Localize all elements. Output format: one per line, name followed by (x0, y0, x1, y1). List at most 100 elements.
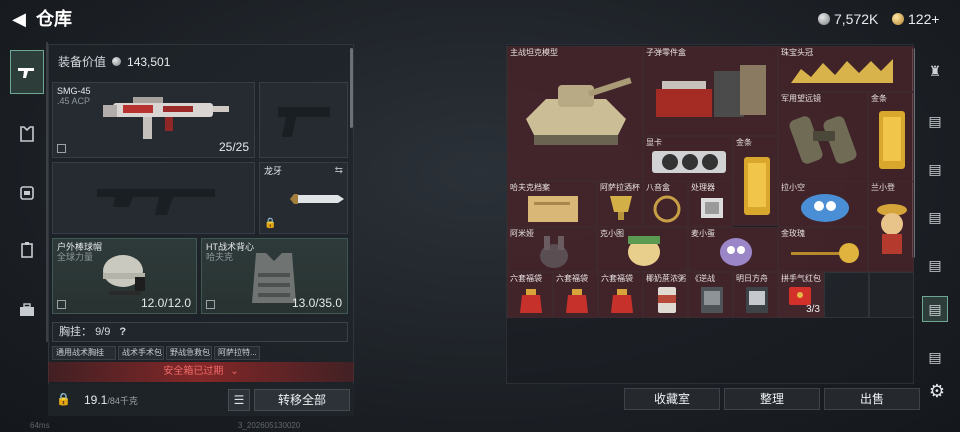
ping-readout: 64ms (30, 421, 50, 430)
rifle-placeholder-icon (97, 189, 215, 215)
silver-coin-icon (818, 13, 830, 25)
item-name: 阿萨拉酒杯 (600, 183, 640, 192)
item-gold-bar[interactable]: 金条 (733, 136, 778, 226)
chest-tag[interactable]: 战术手术包 (118, 346, 164, 360)
chest-tag[interactable]: 野战急救包 (166, 346, 212, 360)
item-jewel-crown[interactable]: 珠宝头冠 (778, 46, 914, 92)
can-icon (658, 287, 676, 313)
swap-icon[interactable]: ⇆ (335, 165, 343, 176)
item-gold-bar[interactable]: 金条 (868, 92, 914, 182)
figurine-icon (540, 236, 568, 268)
binoculars-icon (789, 116, 857, 164)
nav-storage-5-icon[interactable]: ▤ (922, 344, 948, 370)
helmet-slot[interactable]: 户外棒球帽 全球力量 12.0/12.0 (52, 238, 197, 314)
crown-icon (791, 59, 893, 83)
item-ammo-parts-box[interactable]: 子弹零件盒 (643, 46, 778, 136)
collection-room-button[interactable]: 收藏室 (624, 388, 720, 410)
lock-icon[interactable]: 🔒 (56, 392, 71, 406)
weight-unit: /84千克 (107, 396, 138, 406)
sell-button[interactable]: 出售 (824, 388, 920, 410)
item-name: 六套福袋 (510, 274, 542, 283)
primary-weapon-slot[interactable]: SMG-45 .45 ACP 25/25 (52, 82, 255, 158)
cup-icon (610, 196, 632, 220)
chest-rig-bar[interactable]: 胸挂： 9/9 ? (52, 322, 348, 342)
gold-amount: 122+ (908, 11, 940, 27)
item-name: 珠宝头冠 (781, 48, 813, 57)
safe-box-expired-warning[interactable]: 安全箱已过期 ⌄ (48, 362, 354, 382)
item-ke-xiaotu[interactable]: 克小图 (597, 227, 688, 272)
item-name: 处理器 (691, 183, 715, 192)
empty-cell[interactable] (869, 272, 914, 318)
knife-icon (268, 194, 344, 204)
item-amiya[interactable]: 阿米娅 (507, 227, 597, 272)
item-asara-cup[interactable]: 阿萨拉酒杯 (597, 181, 643, 227)
gear-icon[interactable]: ⚙ (926, 380, 948, 402)
chest-tag[interactable]: 阿萨拉特... (214, 346, 260, 360)
equipment-scrollbar[interactable] (350, 48, 353, 128)
item-mai-xiaodan[interactable]: 麦小蛋 (688, 227, 778, 272)
transfer-all-button[interactable]: 转移全部 (254, 389, 350, 411)
nav-backpack-icon[interactable] (10, 170, 44, 214)
weapon-ammo: .45 ACP (57, 96, 91, 106)
tank-icon (526, 77, 632, 145)
lock-icon: 🔒 (264, 218, 277, 229)
item-lucky-bag[interactable]: 六套福袋 (553, 272, 598, 318)
item-lucky-bag[interactable]: 六套福袋 (507, 272, 553, 318)
item-coconut-porridge[interactable]: 椰奶蔗浓粥 (643, 272, 688, 318)
item-name: 主战坦克模型 (510, 48, 558, 57)
figurine-icon (628, 236, 660, 266)
nav-safehouse-icon[interactable]: ♜ (922, 58, 948, 84)
item-name: 八音盒 (646, 183, 670, 192)
item-gold-rose[interactable]: 金玫瑰 (778, 227, 868, 272)
gold-bar-icon (879, 111, 905, 169)
nav-storage-3-icon[interactable]: ▤ (922, 204, 948, 230)
equipment-value-amount: 143,501 (127, 54, 171, 69)
music-box-icon (653, 195, 681, 223)
secondary-weapon-slot[interactable] (52, 162, 255, 234)
nav-storage-2-icon[interactable]: ▤ (922, 156, 948, 182)
item-red-envelope[interactable]: 拼手气红包 3/3 (778, 272, 824, 318)
item-lucky-bag[interactable]: 六套福袋 (598, 272, 643, 318)
nav-briefcase-icon[interactable] (10, 288, 44, 332)
item-haavk-archive[interactable]: 哈夫克档案 (507, 181, 597, 227)
list-icon[interactable]: ☰ (228, 389, 250, 411)
item-count: 3/3 (806, 304, 820, 315)
item-lan-xiaodeng[interactable]: 兰小登 (868, 181, 914, 272)
chest-tag[interactable]: 通用战术胸挂 (52, 346, 116, 360)
gold-currency[interactable]: 122+ (892, 10, 940, 28)
item-processor[interactable]: 处理器 (688, 181, 733, 227)
archive-icon (528, 196, 578, 222)
lucky-bag-icon (520, 289, 542, 313)
gold-coin-icon (892, 13, 904, 25)
nav-storage-1-icon[interactable]: ▤ (922, 108, 948, 134)
warning-text: 安全箱已过期 (163, 366, 224, 377)
carry-weight: 19.1/84千克 (84, 393, 138, 407)
nav-weapon-icon[interactable] (10, 50, 44, 94)
back-arrow-icon[interactable]: ◀ (8, 8, 30, 30)
melee-slot[interactable]: 龙牙 ⇆ 🔒 (259, 162, 348, 234)
item-graphics-card[interactable]: 显卡 (643, 136, 733, 182)
pistol-slot[interactable] (259, 82, 348, 158)
nav-storage-active-icon[interactable]: ▤ (922, 296, 948, 322)
item-la-xiaokong[interactable]: 拉小空 (778, 181, 868, 227)
figurine-icon (877, 204, 907, 254)
slot-corner-icon (57, 300, 66, 309)
help-icon[interactable]: ? (119, 326, 126, 338)
item-name: 子弹零件盒 (646, 48, 686, 57)
empty-cell[interactable] (824, 272, 869, 318)
item-name: 明日方舟 (736, 274, 768, 283)
nav-armor-icon[interactable] (10, 112, 44, 156)
lucky-bag-icon (611, 289, 633, 313)
item-binoculars[interactable]: 军用望远镜 (778, 92, 868, 182)
parts-box-icon (656, 65, 766, 117)
chest-rig-count: 9/9 (95, 326, 111, 338)
armor-slot[interactable]: HT战术背心 哈夫克 13.0/35.0 (201, 238, 348, 314)
nav-clipboard-icon[interactable] (10, 228, 44, 272)
item-tank-model[interactable]: 主战坦克模型 (507, 46, 643, 181)
item-arknights[interactable]: 明日方舟 (733, 272, 778, 318)
item-game-disc[interactable]: 《逆战 (688, 272, 733, 318)
item-music-box[interactable]: 八音盒 (643, 181, 688, 227)
nav-storage-4-icon[interactable]: ▤ (922, 252, 948, 278)
cpu-icon (701, 198, 723, 218)
organize-button[interactable]: 整理 (724, 388, 820, 410)
